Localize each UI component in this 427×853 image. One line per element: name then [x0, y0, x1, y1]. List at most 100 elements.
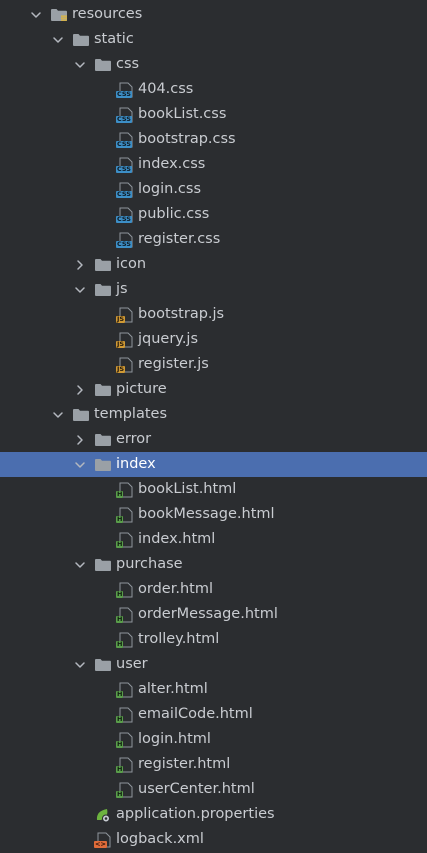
folder-icon — [94, 657, 112, 673]
file-node-404-css[interactable]: CSS 404.css — [0, 77, 427, 102]
node-label: login.html — [138, 731, 211, 747]
css-file-icon: CSS — [116, 182, 134, 198]
project-tree[interactable]: resources static css CSS 404.css CSS bookList.… — [0, 0, 427, 853]
file-node-register-html[interactable]: Hregister.html — [0, 752, 427, 777]
node-label: bookList.html — [138, 481, 237, 497]
folder-node-index[interactable]: index — [0, 452, 427, 477]
folder-node-templates[interactable]: templates — [0, 402, 427, 427]
node-label: icon — [116, 256, 147, 272]
file-node-bootstrap-css[interactable]: CSS bootstrap.css — [0, 127, 427, 152]
file-node-order-html[interactable]: Horder.html — [0, 577, 427, 602]
html-file-icon: H — [116, 507, 134, 523]
node-label: bootstrap.css — [138, 131, 236, 147]
folder-node-picture[interactable]: picture — [0, 377, 427, 402]
chevron-down-icon[interactable] — [72, 57, 88, 73]
css-file-icon: CSS — [116, 132, 134, 148]
node-label: bookMessage.html — [138, 506, 275, 522]
node-label: userCenter.html — [138, 781, 255, 797]
file-node-alter-html[interactable]: Halter.html — [0, 677, 427, 702]
chevron-down-icon[interactable] — [50, 32, 66, 48]
folder-icon — [94, 382, 112, 398]
folder-node-js[interactable]: js — [0, 277, 427, 302]
node-label: orderMessage.html — [138, 606, 278, 622]
file-node-trolley-html[interactable]: Htrolley.html — [0, 627, 427, 652]
chevron-down-icon[interactable] — [72, 457, 88, 473]
folder-node-purchase[interactable]: purchase — [0, 552, 427, 577]
file-node-index-css[interactable]: CSS index.css — [0, 152, 427, 177]
html-file-icon: H — [116, 707, 134, 723]
folder-node-error[interactable]: error — [0, 427, 427, 452]
node-label: templates — [94, 406, 168, 422]
xml-file-icon: <> — [94, 832, 112, 848]
file-node-booklist-html[interactable]: HbookList.html — [0, 477, 427, 502]
html-file-icon: H — [116, 582, 134, 598]
chevron-down-icon[interactable] — [28, 7, 44, 23]
file-node-login-css[interactable]: CSS login.css — [0, 177, 427, 202]
node-label: bootstrap.js — [138, 306, 225, 322]
file-node-bootstrap-js[interactable]: JS bootstrap.js — [0, 302, 427, 327]
folder-icon — [72, 407, 90, 423]
chevron-right-icon[interactable] — [72, 257, 88, 273]
chevron-down-icon[interactable] — [72, 657, 88, 673]
file-node-application-properties[interactable]: application.properties — [0, 802, 427, 827]
chevron-down-icon[interactable] — [72, 557, 88, 573]
js-file-icon: JS — [116, 357, 134, 373]
folder-node-icon[interactable]: icon — [0, 252, 427, 277]
node-label: index.html — [138, 531, 216, 547]
html-file-icon: H — [116, 782, 134, 798]
node-label: picture — [116, 381, 167, 397]
chevron-right-icon[interactable] — [72, 432, 88, 448]
chevron-down-icon[interactable] — [50, 407, 66, 423]
folder-node-static[interactable]: static — [0, 27, 427, 52]
file-node-ordermessage-html[interactable]: HorderMessage.html — [0, 602, 427, 627]
node-label: error — [116, 431, 152, 447]
folder-icon — [94, 457, 112, 473]
file-node-usercenter-html[interactable]: HuserCenter.html — [0, 777, 427, 802]
file-node-login-html[interactable]: Hlogin.html — [0, 727, 427, 752]
chevron-down-icon[interactable] — [72, 282, 88, 298]
file-node-public-css[interactable]: CSS public.css — [0, 202, 427, 227]
node-label: bookList.css — [138, 106, 227, 122]
node-label: 404.css — [138, 81, 194, 97]
html-file-icon: H — [116, 757, 134, 773]
folder-node-resources[interactable]: resources — [0, 2, 427, 27]
node-label: register.js — [138, 356, 209, 372]
file-node-register-js[interactable]: JS register.js — [0, 352, 427, 377]
html-file-icon: H — [116, 482, 134, 498]
node-label: public.css — [138, 206, 210, 222]
properties-file-icon — [94, 807, 112, 823]
folder-node-user[interactable]: user — [0, 652, 427, 677]
folder-node-css[interactable]: css — [0, 52, 427, 77]
css-file-icon: CSS — [116, 107, 134, 123]
js-file-icon: JS — [116, 307, 134, 323]
file-node-register-css[interactable]: CSS register.css — [0, 227, 427, 252]
node-label: register.css — [138, 231, 221, 247]
node-label: emailCode.html — [138, 706, 253, 722]
node-label: alter.html — [138, 681, 208, 697]
node-label: trolley.html — [138, 631, 220, 647]
file-node-emailcode-html[interactable]: HemailCode.html — [0, 702, 427, 727]
chevron-right-icon[interactable] — [72, 382, 88, 398]
node-label: purchase — [116, 556, 183, 572]
file-node-logback-xml[interactable]: <> logback.xml — [0, 827, 427, 852]
file-node-booklist-css[interactable]: CSS bookList.css — [0, 102, 427, 127]
file-node-jquery-js[interactable]: JS jquery.js — [0, 327, 427, 352]
css-file-icon: CSS — [116, 157, 134, 173]
html-file-icon: H — [116, 532, 134, 548]
css-file-icon: CSS — [116, 207, 134, 223]
file-node-bookmessage-html[interactable]: HbookMessage.html — [0, 502, 427, 527]
node-label: user — [116, 656, 148, 672]
file-node-index-html[interactable]: Hindex.html — [0, 527, 427, 552]
